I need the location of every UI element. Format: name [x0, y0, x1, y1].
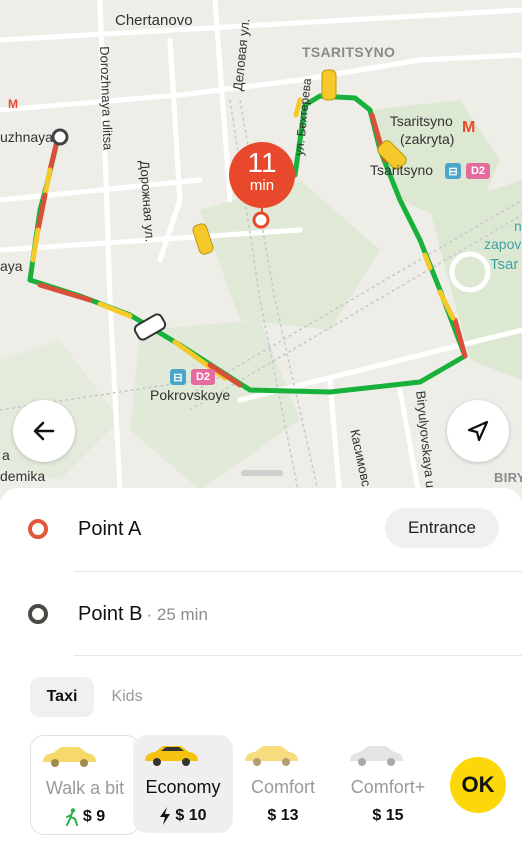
point-b-name: Point B: [78, 603, 143, 625]
map-label-chertanovo: Chertanovo: [115, 12, 193, 29]
d2-line-badge-pokrovskoye: D2: [191, 369, 215, 385]
map-label-uzhnaya: uzhnaya: [0, 129, 53, 145]
point-b-row[interactable]: Point B · 25 min: [0, 584, 522, 644]
map-label-zapov: zapov: [484, 236, 522, 252]
walking-person-icon: [65, 808, 78, 826]
d2-line-badge: D2: [466, 163, 490, 179]
tariff-name: Comfort: [250, 777, 315, 797]
map-label-a: a: [2, 447, 10, 463]
tariff-price: $ 13: [233, 807, 333, 825]
eta-value: 11: [247, 147, 277, 178]
entrance-button[interactable]: Entrance: [385, 508, 499, 548]
car-icon: [145, 746, 198, 766]
point-b-label: Point B · 25 min: [78, 603, 208, 626]
mcc-station-icon-pokrovskoye: ⊟: [170, 369, 186, 385]
map-label-tsar: Tsar: [490, 256, 519, 273]
tariff-name: Economy: [145, 777, 221, 797]
svg-text:M: M: [462, 119, 475, 136]
tab-taxi[interactable]: Taxi: [30, 677, 94, 717]
map-label-aya: aya: [0, 258, 23, 274]
tariff-name: Comfort+: [350, 777, 426, 797]
locate-me-button[interactable]: [447, 400, 509, 462]
order-sheet: Point A Entrance Point B · 25 min Taxi Ki…: [0, 470, 522, 848]
tariff-price-value: $ 13: [267, 807, 299, 824]
tariff-economy[interactable]: Economy $ 10: [133, 735, 233, 833]
point-a-dot-icon: [28, 519, 48, 539]
tariff-price: $ 15: [338, 807, 438, 825]
arrow-left-icon: [33, 421, 55, 441]
map-label-tsaritsyno-closed-line1: Tsaritsyno: [389, 113, 453, 129]
map-view[interactable]: M M Chertanovo TSARITSYNO Tsaritsyno (za…: [0, 0, 522, 500]
lightning-icon: [160, 807, 171, 825]
tariff-price-value: $ 10: [175, 807, 207, 824]
navigation-arrow-icon: [467, 420, 489, 442]
car-icon: [350, 746, 403, 766]
tariff-price-value: $ 15: [372, 807, 404, 824]
ok-button[interactable]: OK: [450, 757, 506, 813]
eta-bubble: 11 min: [229, 142, 295, 208]
sheet-drag-handle[interactable]: [241, 470, 283, 476]
point-a-row[interactable]: Point A Entrance: [0, 499, 522, 559]
tab-kids[interactable]: Kids: [100, 677, 154, 717]
point-b-duration: · 25 min: [146, 605, 208, 624]
car-icon: [43, 747, 96, 767]
tariff-price-value: $ 9: [82, 808, 106, 825]
divider: [74, 655, 522, 656]
map-label-pokrovskoye: Pokrovskoye: [150, 387, 231, 403]
car-icon: [245, 746, 298, 766]
map-label-demika: demika: [0, 468, 46, 484]
divider: [74, 571, 522, 572]
eta-unit: min: [249, 177, 275, 194]
tariff-price: $ 9: [31, 808, 139, 826]
map-label-tsaritsyno-district: TSARITSYNO: [302, 44, 396, 60]
map-label-n: n: [514, 218, 522, 234]
map-canvas: M M: [0, 0, 522, 500]
tariff-walk-a-bit[interactable]: Walk a bit $ 9: [30, 735, 140, 835]
tariff-name: Walk a bit: [45, 778, 125, 798]
mcc-station-icon: ⊟: [445, 163, 461, 179]
back-button[interactable]: [13, 400, 75, 462]
tariff-comfort[interactable]: Comfort $ 13: [233, 735, 333, 835]
map-label-tsaritsyno-closed-line2: (zakryta): [400, 131, 455, 147]
map-label-tsaritsyno-station: Tsaritsyno: [370, 162, 434, 178]
tariff-comfort-plus[interactable]: Comfort+ $ 15: [338, 735, 438, 835]
point-b-dot-icon: [28, 604, 48, 624]
point-a-label: Point A: [78, 518, 142, 540]
map-label-biry: BIRY: [494, 470, 522, 485]
map-label-tsaritsyno-closed: Tsaritsyno (zakryta): [388, 112, 455, 148]
tariff-price: $ 10: [133, 807, 233, 825]
svg-text:M: M: [8, 97, 18, 111]
